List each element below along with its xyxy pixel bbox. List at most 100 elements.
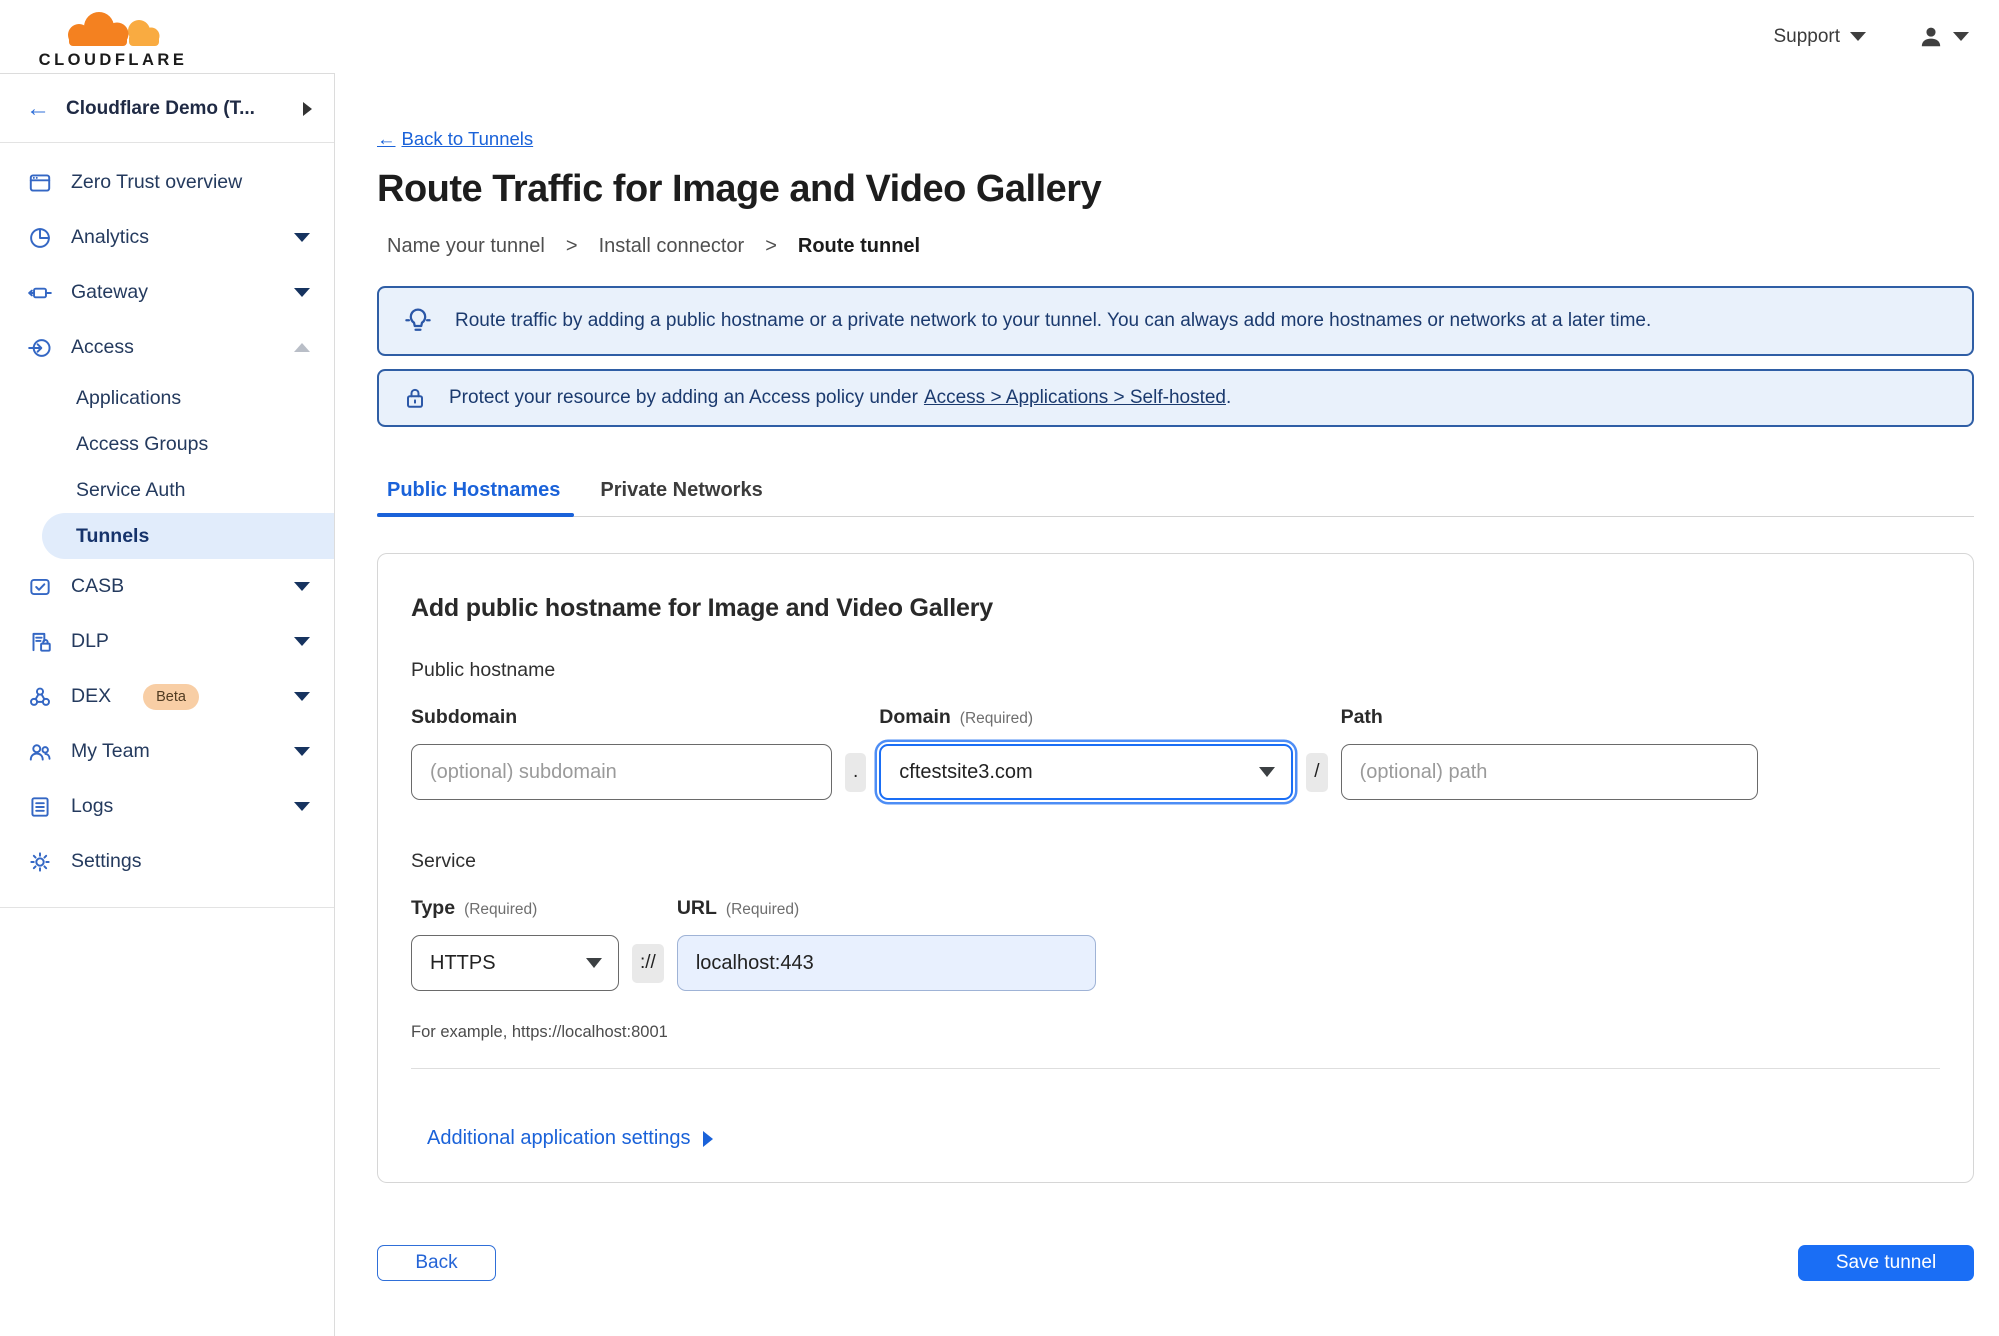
log-list-icon xyxy=(31,796,49,817)
sidebar-item-gateway[interactable]: Gateway xyxy=(0,265,334,320)
sidebar-item-zero-trust-overview[interactable]: Zero Trust overview xyxy=(0,155,334,210)
tab-private-networks[interactable]: Private Networks xyxy=(600,479,762,516)
subdomain-input[interactable] xyxy=(411,744,832,800)
step-name-your-tunnel[interactable]: Name your tunnel xyxy=(387,235,545,258)
lightbulb-icon xyxy=(405,308,431,331)
back-to-tunnels-link[interactable]: ← Back to Tunnels xyxy=(377,128,533,150)
back-link-label: Back to Tunnels xyxy=(401,128,534,149)
sidebar-item-logs[interactable]: Logs xyxy=(0,779,334,834)
public-hostname-group-label: Public hostname xyxy=(411,659,556,681)
sidebar-item-applications[interactable]: Applications xyxy=(0,375,334,421)
lock-icon xyxy=(407,388,423,408)
step-separator: > xyxy=(565,235,578,257)
sidebar-subitem-label: Service Auth xyxy=(76,478,186,501)
sidebar-item-my-team[interactable]: My Team xyxy=(0,724,334,779)
access-applications-self-hosted-link[interactable]: Access > Applications > Self-hosted xyxy=(924,387,1226,408)
wizard-steps: Name your tunnel > Install connector > R… xyxy=(377,235,1974,258)
path-label: Path xyxy=(1340,706,1383,728)
banner-text: Route traffic by adding a public hostnam… xyxy=(455,310,1652,331)
card-divider xyxy=(411,1068,1940,1069)
additional-settings-label: Additional application settings xyxy=(427,1127,691,1149)
support-menu[interactable]: Support xyxy=(1773,26,1866,48)
sidebar-item-label: Gateway xyxy=(71,281,148,303)
hostname-tabs: Public Hostnames Private Networks xyxy=(376,479,1974,517)
gear-icon xyxy=(30,851,50,872)
sidebar-item-label: Analytics xyxy=(71,226,150,248)
sidebar-subitem-label: Applications xyxy=(76,386,182,409)
sidebar-item-label: CASB xyxy=(71,575,125,597)
cloudflare-cloud-icon xyxy=(68,11,160,46)
chevron-right-icon xyxy=(303,102,312,116)
sidebar-nav: Zero Trust overview Analytics Gateway Ac… xyxy=(0,143,334,908)
sidebar-subitem-label: Tunnels xyxy=(76,524,150,547)
cloudflare-logo: CLOUDFLARE xyxy=(18,4,208,70)
sidebar-item-service-auth[interactable]: Service Auth xyxy=(0,467,334,513)
card-heading: Add public hostname for Image and Video … xyxy=(411,594,993,622)
hostname-fields-row: Subdomain . Domain (Required) cftestsite… xyxy=(411,706,1940,800)
logo-wordmark: CLOUDFLARE xyxy=(38,50,188,69)
sidebar-item-settings[interactable]: Settings xyxy=(0,834,334,889)
domain-select[interactable]: cftestsite3.com xyxy=(879,744,1294,800)
access-policy-banner: Protect your resource by adding an Acces… xyxy=(377,369,1974,427)
network-nodes-icon xyxy=(30,687,50,706)
step-route-tunnel: Route tunnel xyxy=(797,235,921,257)
service-fields-row: Type (Required) HTTPS :// URL (Required) xyxy=(411,897,1940,991)
wizard-footer: Back Save tunnel xyxy=(377,1245,1974,1281)
step-install-connector[interactable]: Install connector xyxy=(599,235,745,258)
sidebar-item-label: Logs xyxy=(71,795,114,817)
sidebar-item-label: DLP xyxy=(71,630,109,652)
chevron-down-icon xyxy=(294,637,310,646)
sidebar-item-label: Zero Trust overview xyxy=(71,171,243,193)
subdomain-label: Subdomain xyxy=(411,706,518,728)
top-header: CLOUDFLARE Support xyxy=(0,0,1999,73)
sidebar-item-label: My Team xyxy=(71,740,150,762)
dot-separator: . xyxy=(845,753,867,792)
chevron-down-icon xyxy=(294,692,310,701)
route-traffic-info-banner: Route traffic by adding a public hostnam… xyxy=(377,286,1974,356)
step-separator: > xyxy=(765,235,777,257)
path-input[interactable] xyxy=(1340,744,1758,800)
page-title: Route Traffic for Image and Video Galler… xyxy=(377,168,1102,210)
chevron-down-icon xyxy=(294,582,310,591)
banner-text-prefix: Protect your resource by adding an Acces… xyxy=(449,387,918,408)
main-content: ← Back to Tunnels Route Traffic for Image… xyxy=(335,73,1999,1336)
required-hint: (Required) xyxy=(959,710,1034,727)
sidebar-item-label: Access xyxy=(71,336,134,358)
sidebar-item-tunnels[interactable]: Tunnels xyxy=(42,513,334,559)
window-icon xyxy=(29,173,51,192)
chevron-down-icon xyxy=(1953,32,1969,41)
back-button[interactable]: Back xyxy=(377,1245,496,1281)
sidebar-subitem-label: Access Groups xyxy=(76,432,209,455)
chevron-down-icon xyxy=(294,233,310,242)
header-actions: Support xyxy=(1773,24,1969,50)
chevron-down-icon xyxy=(1259,767,1276,777)
sidebar-item-access-groups[interactable]: Access Groups xyxy=(0,421,334,467)
back-arrow-icon: ← xyxy=(377,128,396,149)
additional-settings-toggle[interactable]: Additional application settings xyxy=(427,1127,713,1150)
sidebar-item-analytics[interactable]: Analytics xyxy=(0,210,334,265)
save-tunnel-button[interactable]: Save tunnel xyxy=(1798,1245,1974,1281)
sidebar-item-casb[interactable]: CASB xyxy=(0,559,334,614)
account-switcher[interactable]: ← Cloudflare Demo (T... xyxy=(0,74,334,143)
required-hint: (Required) xyxy=(725,901,800,918)
service-type-select[interactable]: HTTPS xyxy=(411,935,619,991)
pie-chart-icon xyxy=(30,227,50,248)
url-input[interactable] xyxy=(676,935,1096,991)
scheme-separator: :// xyxy=(632,944,664,983)
service-group-label: Service xyxy=(411,850,477,872)
user-menu[interactable] xyxy=(1918,24,1969,50)
gateway-icon xyxy=(28,287,52,298)
sidebar-item-dlp[interactable]: DLP xyxy=(0,614,334,669)
chevron-down-icon xyxy=(294,747,310,756)
tab-public-hostnames[interactable]: Public Hostnames xyxy=(376,479,575,517)
sidebar-item-access[interactable]: Access xyxy=(0,320,334,375)
sidebar-item-dex[interactable]: DEX Beta xyxy=(0,669,334,724)
chevron-down-icon xyxy=(586,958,602,968)
url-example-hint: For example, https://localhost:8001 xyxy=(411,1023,668,1041)
chevron-down-icon xyxy=(294,802,310,811)
slash-separator: / xyxy=(1306,753,1328,792)
sidebar: ← Cloudflare Demo (T... Zero Trust overv… xyxy=(0,73,335,1336)
account-name: Cloudflare Demo (T... xyxy=(66,98,255,119)
required-hint: (Required) xyxy=(464,901,538,918)
chevron-down-icon xyxy=(1850,32,1866,41)
